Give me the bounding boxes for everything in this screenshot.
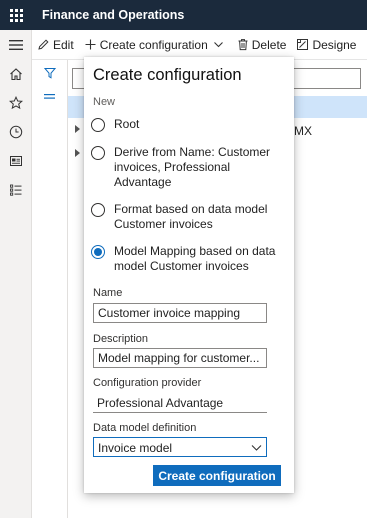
nav-home[interactable] (0, 59, 32, 88)
waffle-icon (9, 8, 23, 22)
home-icon (10, 67, 22, 80)
app-title: Finance and Operations (42, 8, 185, 22)
radio-format-based-on-model[interactable]: Format based on data model Customer invo… (91, 202, 291, 232)
delete-button[interactable]: Delete (232, 30, 292, 59)
top-bar: Finance and Operations (0, 0, 367, 30)
dialog-title: Create configuration (93, 66, 242, 84)
pencil-icon (38, 39, 49, 50)
data-model-definition-select[interactable]: Invoice model (93, 437, 267, 457)
designer-label: Designe (312, 37, 357, 52)
expand-arrow-icon[interactable] (75, 125, 80, 133)
radio-label: Model Mapping based on data model Custom… (114, 244, 276, 273)
expand-arrow-icon[interactable] (75, 149, 80, 157)
filter-pane (32, 60, 68, 518)
radio-circle[interactable] (91, 203, 105, 217)
chevron-down-icon (251, 445, 262, 451)
radio-label: Root (114, 117, 140, 131)
left-navigation (0, 30, 32, 518)
edit-button[interactable]: Edit (32, 30, 79, 59)
radio-circle[interactable] (91, 118, 105, 132)
workspace-icon (10, 155, 22, 166)
nav-modules[interactable] (0, 175, 32, 204)
section-label-new: New (93, 96, 116, 108)
app-launcher-button[interactable] (0, 0, 32, 30)
plus-icon (85, 39, 96, 50)
nav-recent[interactable] (0, 117, 32, 146)
nav-workspaces[interactable] (0, 146, 32, 175)
chevron-down-icon (213, 42, 223, 48)
create-configuration-label: Create configuration (99, 37, 208, 52)
create-configuration-button[interactable]: Create configuration (79, 30, 232, 59)
radio-root[interactable]: Root (91, 117, 291, 132)
radio-circle[interactable] (91, 146, 105, 160)
hamburger-icon (9, 39, 23, 50)
configuration-provider-label: Configuration provider (93, 377, 202, 389)
radio-derive-from-name[interactable]: Derive from Name: Customer invoices, Pro… (91, 145, 291, 190)
designer-button[interactable]: Designe (291, 30, 361, 59)
description-field[interactable] (93, 348, 267, 368)
hamburger-menu-button[interactable] (0, 30, 32, 59)
description-label: Description (93, 333, 149, 345)
delete-label: Delete (251, 37, 287, 52)
radio-circle-selected[interactable] (91, 245, 105, 259)
nav-favorites[interactable] (0, 88, 32, 117)
radio-model-mapping[interactable]: Model Mapping based on data model Custom… (91, 244, 291, 274)
trash-icon (238, 39, 248, 51)
name-label: Name (93, 287, 123, 299)
radio-label: Format based on data model Customer invo… (114, 202, 268, 231)
name-field[interactable] (93, 303, 267, 323)
action-pane: Edit Create configuration Delete Designe (32, 30, 367, 60)
filter-icon[interactable] (44, 67, 56, 79)
create-configuration-submit-button[interactable]: Create configuration (153, 465, 281, 486)
data-model-definition-value: Invoice model (98, 441, 173, 455)
clock-icon (9, 125, 23, 138)
configuration-provider-value[interactable]: Professional Advantage (93, 393, 267, 413)
designer-icon (297, 39, 309, 50)
tree-row-text: MX (294, 124, 312, 138)
radio-label: Derive from Name: Customer invoices, Pro… (114, 145, 271, 189)
create-configuration-dialog: Create configuration New Root Derive fro… (84, 57, 294, 493)
data-model-definition-label: Data model definition (93, 422, 197, 434)
list-icon (10, 184, 22, 196)
star-icon (9, 95, 23, 109)
list-view-icon[interactable] (44, 93, 56, 101)
edit-label: Edit (53, 37, 74, 52)
